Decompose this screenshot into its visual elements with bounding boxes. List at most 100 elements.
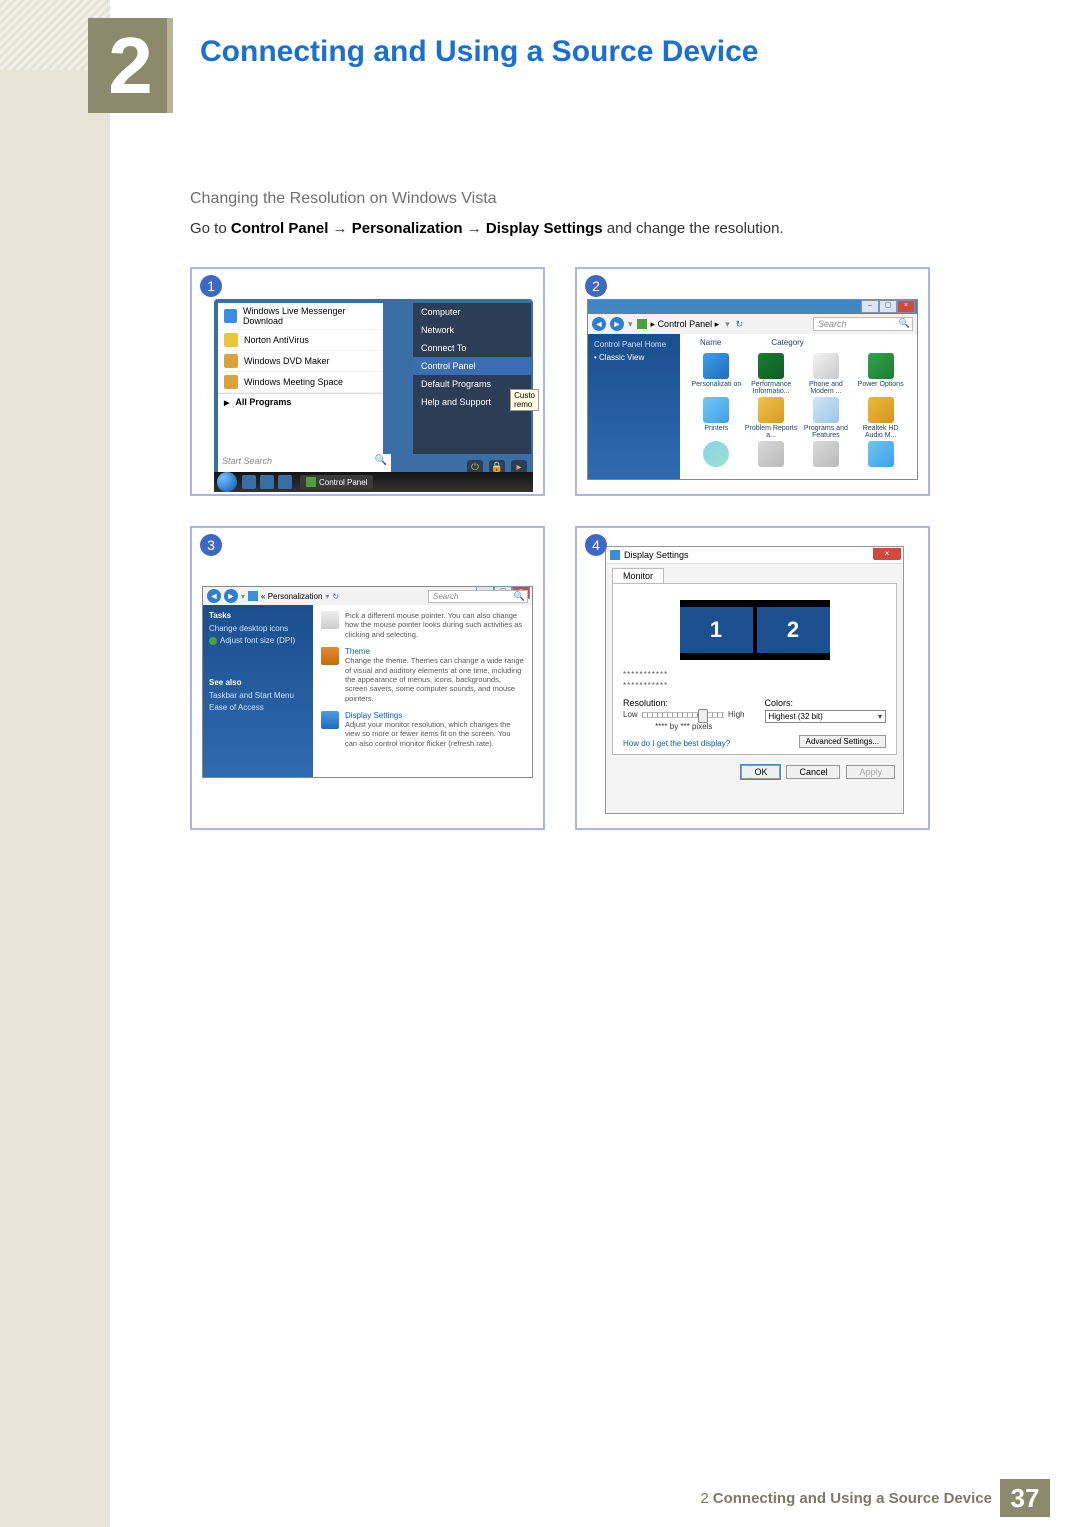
cp-home-link[interactable]: Control Panel Home (594, 340, 686, 349)
theme-icon (321, 647, 339, 665)
ease-of-access-link[interactable]: Ease of Access (209, 703, 319, 712)
instruction-suffix: and change the resolution. (607, 220, 784, 237)
start-orb-icon[interactable] (217, 472, 237, 492)
forward-button[interactable]: ► (610, 317, 624, 331)
control-panel-window: – ▢ × ◄ ► ▾ ▸ Control Panel ▸ ▾ ↻ Search (587, 299, 918, 480)
cp-item[interactable] (690, 441, 743, 469)
cp-item-power[interactable]: Power Options (854, 353, 907, 395)
printers-icon (703, 397, 729, 423)
forward-button[interactable]: ► (224, 589, 238, 603)
apply-button[interactable]: Apply (846, 765, 895, 779)
personalization-sidebar: Tasks Change desktop icons Adjust font s… (203, 605, 325, 777)
section-mouse-pointers[interactable]: Pick a different mouse pointer. You can … (321, 611, 524, 639)
place-control-panel[interactable]: Control Panel (413, 357, 531, 375)
monitor-preview[interactable]: 1 2 (680, 600, 830, 660)
dialog-titlebar: Display Settings (606, 547, 903, 564)
cp-item[interactable] (854, 441, 907, 469)
chapter-title: Connecting and Using a Source Device (200, 35, 758, 69)
colors-select[interactable]: Highest (32 bit) (765, 710, 887, 723)
cp-item-personalization[interactable]: Personalizati on (690, 353, 743, 395)
back-button[interactable]: ◄ (207, 589, 221, 603)
section-text: Change the theme. Themes can change a wi… (345, 656, 524, 703)
step-badge-4: 4 (585, 534, 607, 556)
generic-icon (868, 441, 894, 467)
maximize-button[interactable]: ▢ (879, 300, 897, 313)
personalization-main: Pick a different mouse pointer. You can … (313, 605, 532, 777)
monitor-2[interactable]: 2 (757, 607, 830, 653)
breadcrumb[interactable]: « Personalization (261, 592, 322, 601)
search-input[interactable]: Search (428, 590, 528, 603)
taskbar-start-link[interactable]: Taskbar and Start Menu (209, 691, 319, 700)
footer-page-number: 37 (1000, 1479, 1050, 1517)
personalization-icon (248, 591, 258, 601)
all-programs[interactable]: All Programs (218, 393, 383, 410)
col-category[interactable]: Category (771, 338, 803, 347)
seealso-header: See also (209, 678, 319, 687)
section-text: Adjust your monitor resolution, which ch… (345, 720, 524, 748)
search-input[interactable]: Search (813, 317, 913, 331)
place-connect-to[interactable]: Connect To (413, 339, 531, 357)
cp-item[interactable] (800, 441, 853, 469)
taskbar-icon[interactable] (260, 475, 274, 489)
cp-item-problem[interactable]: Problem Reports a... (745, 397, 798, 439)
display-settings-dialog: Display Settings × Monitor 1 2 *********… (605, 546, 904, 814)
taskbar-icon[interactable] (278, 475, 292, 489)
slider-low: Low (623, 710, 638, 719)
step-badge-3: 3 (200, 534, 222, 556)
monitor-1[interactable]: 1 (680, 607, 753, 653)
place-network[interactable]: Network (413, 321, 531, 339)
ok-button[interactable]: OK (741, 765, 780, 779)
footer-chapter-title: Connecting and Using a Source Device (713, 1490, 992, 1507)
program-item[interactable]: Windows Meeting Space (218, 372, 383, 393)
change-desktop-icons-link[interactable]: Change desktop icons (209, 624, 319, 633)
taskbar-icon[interactable] (242, 475, 256, 489)
taskbar-button-control-panel[interactable]: Control Panel (300, 475, 373, 489)
col-name[interactable]: Name (700, 338, 721, 347)
adjust-font-size-link[interactable]: Adjust font size (DPI) (209, 636, 319, 645)
program-label: Norton AntiVirus (244, 335, 309, 345)
cp-classic-view-link[interactable]: Classic View (594, 353, 686, 362)
realtek-icon (868, 397, 894, 423)
back-button[interactable]: ◄ (592, 317, 606, 331)
globe-icon (703, 441, 729, 467)
instruction-text: Go to Control Panel → Personalization → … (190, 220, 970, 237)
step-badge-2: 2 (585, 275, 607, 297)
section-theme[interactable]: ThemeChange the theme. Themes can change… (321, 647, 524, 703)
path-control-panel: Control Panel (231, 220, 329, 237)
program-item[interactable]: Windows DVD Maker (218, 351, 383, 372)
close-button[interactable]: × (873, 548, 901, 560)
norton-icon (224, 333, 238, 347)
place-computer[interactable]: Computer (413, 303, 531, 321)
best-display-link[interactable]: How do I get the best display? (623, 739, 730, 748)
breadcrumb[interactable]: ▸ Control Panel ▸ (651, 319, 720, 330)
cp-item-realtek[interactable]: Realtek HD Audio M... (854, 397, 907, 439)
personalization-icon (703, 353, 729, 379)
slider-track[interactable] (642, 712, 724, 718)
section-title: Theme (345, 647, 524, 656)
cp-item-programs[interactable]: Programs and Features (800, 397, 853, 439)
slider-high: High (728, 710, 744, 719)
cp-item-phone[interactable]: Phone and Modem ... (800, 353, 853, 395)
section-display-settings[interactable]: Display SettingsAdjust your monitor reso… (321, 711, 524, 748)
display-settings-icon (610, 550, 620, 560)
power-icon (868, 353, 894, 379)
minimize-button[interactable]: – (861, 300, 879, 313)
cp-item-printers[interactable]: Printers (690, 397, 743, 439)
resolution-slider[interactable]: Low High (623, 710, 745, 719)
cp-item-performance[interactable]: Performance Informatio... (745, 353, 798, 395)
cancel-button[interactable]: Cancel (786, 765, 840, 779)
advanced-settings-button[interactable]: Advanced Settings... (799, 735, 886, 748)
generic-icon (758, 441, 784, 467)
taskbar: Control Panel (214, 472, 533, 492)
close-button[interactable]: × (897, 300, 915, 313)
program-item[interactable]: Windows Live Messenger Download (218, 303, 383, 330)
section-text: Pick a different mouse pointer. You can … (345, 611, 524, 639)
cp-sidebar: Control Panel Home Classic View (588, 334, 692, 479)
slider-thumb[interactable] (698, 709, 708, 723)
monitor-tab[interactable]: Monitor (612, 568, 664, 583)
step-badge-1: 1 (200, 275, 222, 297)
program-item[interactable]: Norton AntiVirus (218, 330, 383, 351)
display-icon (321, 711, 339, 729)
cp-item[interactable] (745, 441, 798, 469)
tasks-header: Tasks (209, 611, 319, 620)
